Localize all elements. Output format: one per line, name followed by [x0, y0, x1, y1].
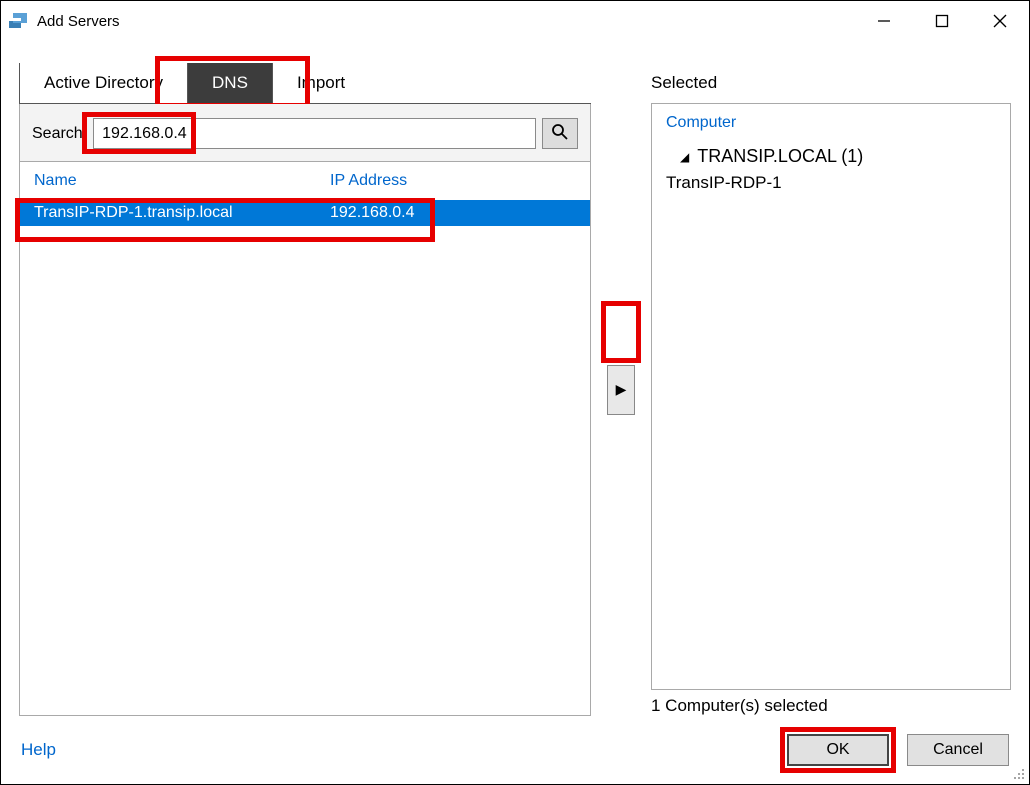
selected-group[interactable]: ◢ TRANSIP.LOCAL (1): [680, 146, 996, 167]
server-manager-icon: [9, 12, 29, 30]
expand-collapse-icon[interactable]: ◢: [680, 150, 689, 164]
cancel-button[interactable]: Cancel: [907, 734, 1009, 766]
column-computer[interactable]: Computer: [666, 114, 996, 132]
tab-bar: Active Directory DNS Import: [19, 63, 591, 104]
highlight-search-input: [82, 112, 196, 154]
window-title: Add Servers: [37, 13, 855, 30]
transfer-column: ▶: [601, 63, 641, 716]
results-header: Name IP Address: [20, 162, 590, 200]
right-pane: Selected Computer ◢ TRANSIP.LOCAL (1) Tr…: [651, 63, 1011, 716]
left-pane: Active Directory DNS Import Search: Name…: [19, 63, 591, 716]
footer: Help OK Cancel: [1, 716, 1029, 784]
titlebar: Add Servers: [1, 1, 1029, 41]
search-icon: [551, 123, 569, 144]
column-ip[interactable]: IP Address: [330, 172, 590, 190]
highlight-result-row: [15, 198, 435, 242]
highlight-arrow-button: [601, 301, 641, 363]
selected-heading: Selected: [651, 73, 1011, 103]
search-button[interactable]: [542, 118, 578, 149]
results-list: Name IP Address TransIP-RDP-1.transip.lo…: [19, 162, 591, 716]
selected-box: Computer ◢ TRANSIP.LOCAL (1) TransIP-RDP…: [651, 103, 1011, 690]
chevron-right-icon: ▶: [616, 381, 627, 398]
search-label: Search:: [32, 125, 87, 143]
maximize-button[interactable]: [913, 1, 971, 41]
minimize-button[interactable]: [855, 1, 913, 41]
window-controls: [855, 1, 1029, 41]
column-name[interactable]: Name: [34, 172, 330, 190]
highlight-ok-button: [780, 727, 896, 773]
selected-count: 1 Computer(s) selected: [651, 690, 1011, 716]
help-link[interactable]: Help: [21, 740, 56, 760]
search-area: Search:: [19, 104, 591, 162]
add-to-selected-button[interactable]: ▶: [607, 365, 635, 415]
resize-grip-icon[interactable]: [1011, 766, 1025, 780]
highlight-dns-tab: [155, 56, 310, 108]
close-button[interactable]: [971, 1, 1029, 41]
selected-item[interactable]: TransIP-RDP-1: [666, 173, 996, 193]
content-area: Active Directory DNS Import Search: Name…: [1, 41, 1029, 716]
group-label: TRANSIP.LOCAL (1): [697, 146, 863, 167]
